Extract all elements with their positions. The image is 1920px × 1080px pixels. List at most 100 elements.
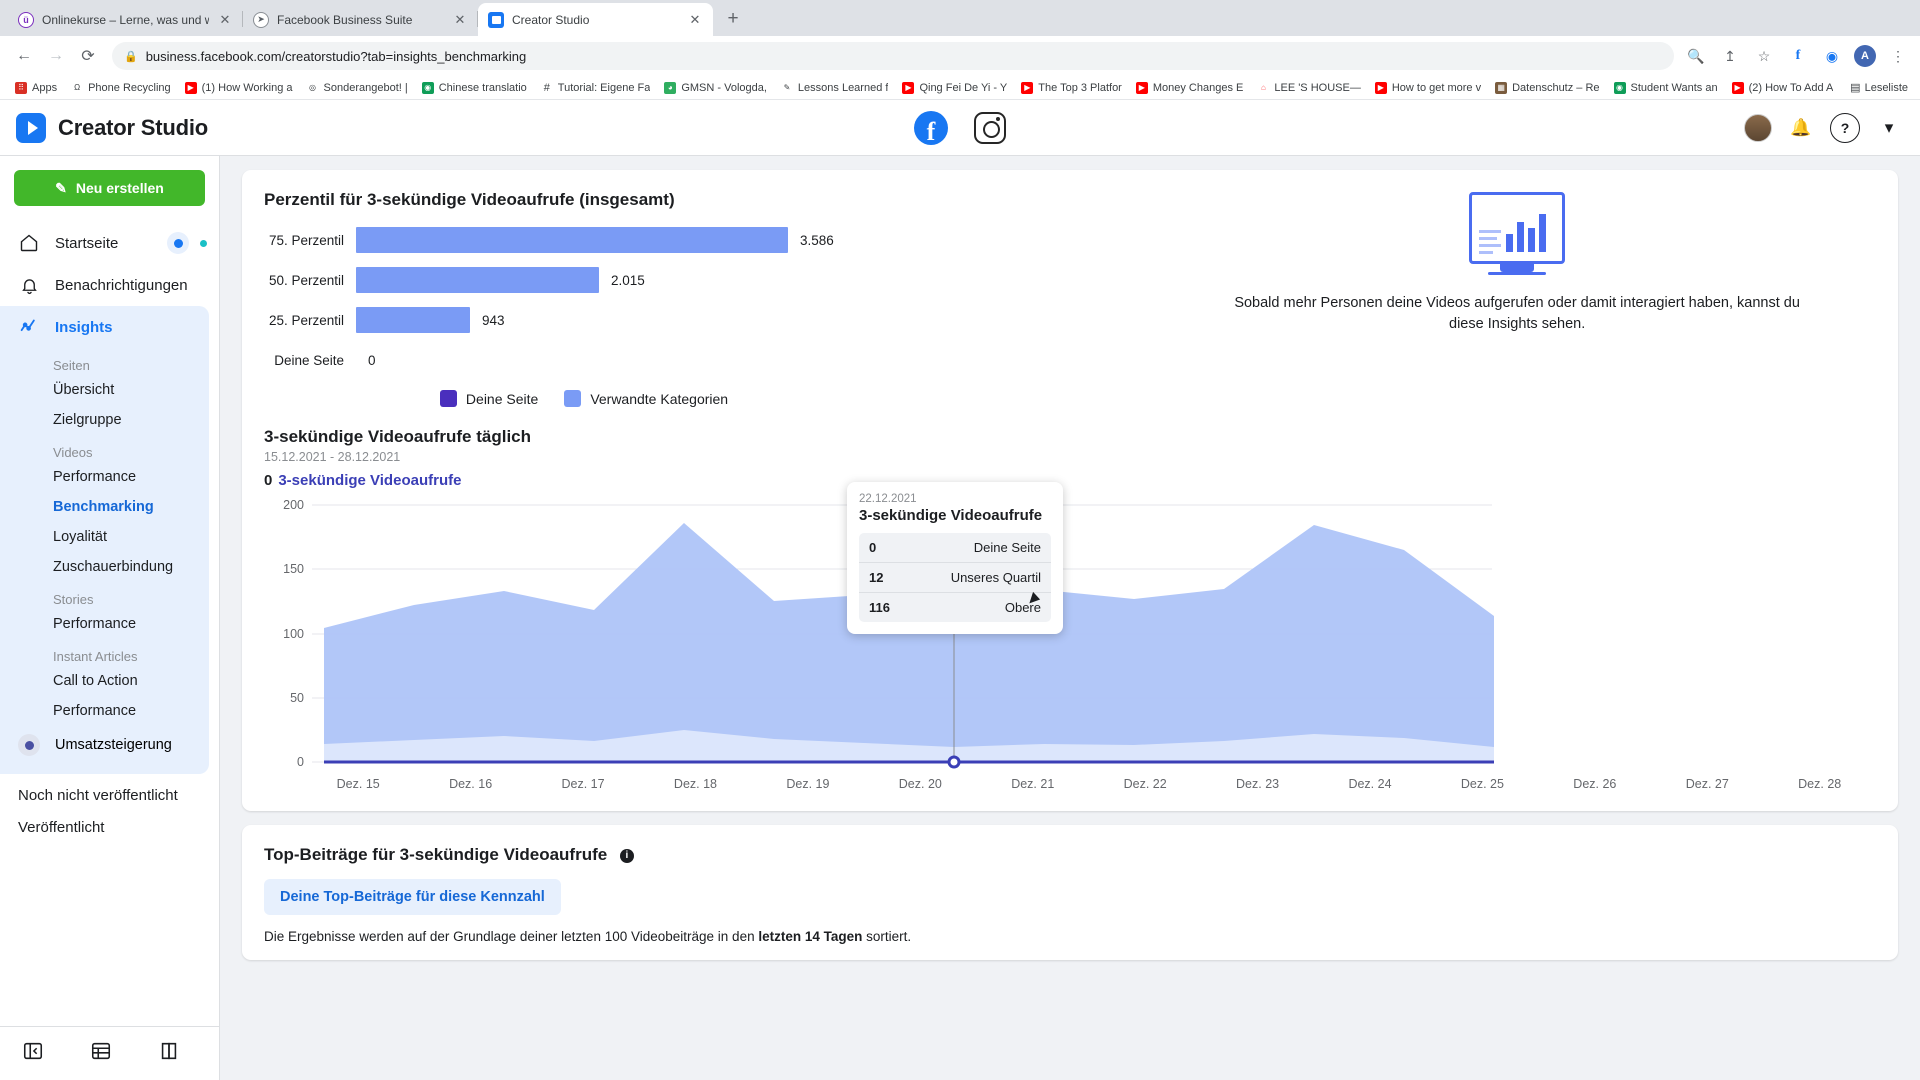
create-new-label: Neu erstellen xyxy=(75,180,164,196)
top-posts-button[interactable]: Deine Top-Beiträge für diese Kennzahl xyxy=(264,879,561,915)
sidebar-item-published[interactable]: Veröffentlicht xyxy=(0,806,219,838)
bookmark-item[interactable]: ◎ Sonderangebot! | xyxy=(300,78,415,98)
tooltip-table: 0 Deine Seite 12 Unseres Quartil 116 Obe… xyxy=(859,533,1051,622)
facebook-tab[interactable]: f xyxy=(914,110,948,145)
bookmark-label: (2) How To Add A xyxy=(1748,81,1834,94)
book-icon[interactable] xyxy=(158,1040,180,1067)
panel-toggle-icon[interactable] xyxy=(22,1040,44,1067)
pen-icon: ✎ xyxy=(780,81,793,94)
bookmark-label: Phone Recycling xyxy=(88,81,171,94)
bookmark-item[interactable]: ▦ Datenschutz – Re xyxy=(1488,78,1606,98)
bookmark-item[interactable]: ▶ (1) How Working a xyxy=(178,78,300,98)
browser-tab-1[interactable]: ü Onlinekurse – Lerne, was und w ✕ xyxy=(8,3,243,36)
legend-swatch xyxy=(564,390,582,407)
x-tick: Dez. 15 xyxy=(336,777,380,791)
airbnb-icon: ⌂ xyxy=(1257,81,1270,94)
bookmark-item[interactable]: ✎ Lessons Learned f xyxy=(774,78,896,98)
home-icon xyxy=(18,232,40,254)
bookmark-item[interactable]: # Tutorial: Eigene Fa xyxy=(534,78,658,98)
sidebar-item-videos-performance[interactable]: Performance xyxy=(0,462,209,492)
brand[interactable]: Creator Studio xyxy=(16,112,208,143)
percentile-value: 0 xyxy=(368,352,376,368)
bookmark-item[interactable]: ▶ Money Changes E xyxy=(1129,78,1251,98)
bookmark-item[interactable]: ◕ GMSN - Vologda, xyxy=(657,78,774,98)
top-posts-note: Die Ergebnisse werden auf der Grundlage … xyxy=(264,929,1876,944)
forward-icon[interactable]: → xyxy=(42,42,70,70)
daily-area-chart[interactable]: 200 150 100 50 0 Dez. 15 Dez. 16 Dez. 17… xyxy=(264,482,1876,795)
bookmark-item[interactable]: ⌂ LEE 'S HOUSE— xyxy=(1250,78,1367,98)
extension-icon[interactable]: ◉ xyxy=(1820,44,1844,68)
teal-dot-icon xyxy=(200,239,207,247)
bookmark-item[interactable]: ▶ How to get more v xyxy=(1368,78,1488,98)
reading-list-button[interactable]: ▤ Leseliste xyxy=(1850,81,1912,95)
sidebar-item-loyalitaet[interactable]: Loyalität xyxy=(0,522,209,552)
profile-avatar[interactable]: A xyxy=(1854,45,1876,67)
new-tab-button[interactable]: + xyxy=(719,5,747,33)
bookmark-label: Student Wants an xyxy=(1630,81,1718,94)
sidebar-item-stories-performance[interactable]: Performance xyxy=(0,609,209,639)
help-icon[interactable]: ? xyxy=(1830,112,1860,143)
bookmark-item[interactable]: ▶ Qing Fei De Yi - Y xyxy=(895,78,1014,98)
top-posts-card: Top-Beiträge für 3-sekündige Videoaufruf… xyxy=(242,825,1898,960)
sidebar-item-label: Benachrichtigungen xyxy=(55,276,188,294)
sidebar-group-title: Seiten xyxy=(53,358,90,373)
percentile-value: 3.586 xyxy=(800,232,834,248)
bookmark-item[interactable]: ◉ Student Wants an xyxy=(1607,78,1725,98)
legend-swatch xyxy=(439,390,457,407)
sidebar-insights-group: Insights Seiten Übersicht Zielgruppe Vid… xyxy=(0,306,209,774)
daily-metric-value: 0 xyxy=(264,472,273,489)
browser-tab-2[interactable]: ➤ Facebook Business Suite ✕ xyxy=(243,3,478,36)
sidebar-item-zuschauerbindung[interactable]: Zuschauerbindung xyxy=(0,552,209,582)
bookmark-apps[interactable]: ⠿ Apps xyxy=(8,78,64,98)
address-bar[interactable]: 🔒 business.facebook.com/creatorstudio?ta… xyxy=(112,42,1674,70)
facebook-ext-icon[interactable]: f xyxy=(1786,44,1810,68)
sidebar-item-ia-performance[interactable]: Performance xyxy=(0,696,209,726)
tab-title: Onlinekurse – Lerne, was und w xyxy=(42,12,209,27)
sidebar-item-zielgruppe[interactable]: Zielgruppe xyxy=(0,405,209,435)
instagram-tab[interactable] xyxy=(974,111,1006,144)
bell-icon[interactable]: 🔔 xyxy=(1786,113,1816,143)
avatar[interactable] xyxy=(1744,113,1772,142)
share-icon[interactable]: ↥ xyxy=(1718,44,1742,68)
tooltip-value: 0 xyxy=(869,540,877,555)
reload-icon[interactable]: ⟳ xyxy=(74,42,102,70)
percentile-value: 943 xyxy=(482,312,505,328)
app-title: Creator Studio xyxy=(58,114,208,140)
creator-studio-logo xyxy=(16,112,46,143)
star-icon[interactable]: ☆ xyxy=(1752,44,1776,68)
menu-icon[interactable]: ⋮ xyxy=(1886,44,1910,68)
sidebar-item-benchmarking[interactable]: Benchmarking xyxy=(0,492,209,522)
info-icon[interactable]: i xyxy=(619,848,634,863)
sidebar-item-unpublished[interactable]: Noch nicht veröffentlicht xyxy=(0,774,219,806)
sidebar-item-insights[interactable]: Insights xyxy=(0,306,209,348)
bookmark-item[interactable]: ◉ Chinese translatio xyxy=(415,78,534,98)
bookmark-item[interactable]: ▶ The Top 3 Platfor xyxy=(1014,78,1129,98)
x-tick: Dez. 28 xyxy=(1798,777,1842,791)
close-icon[interactable]: ✕ xyxy=(217,13,233,26)
youtube-icon: ▶ xyxy=(1021,81,1034,94)
sidebar-item-uebersicht[interactable]: Übersicht xyxy=(0,375,209,405)
browser-tab-3[interactable]: Creator Studio ✕ xyxy=(478,3,713,36)
chevron-down-icon[interactable]: ▾ xyxy=(1874,113,1904,143)
close-icon[interactable]: ✕ xyxy=(452,13,468,26)
bookmark-label: Tutorial: Eigene Fa xyxy=(557,81,651,94)
bookmark-item[interactable]: ▶ (2) How To Add A xyxy=(1725,78,1841,98)
back-icon[interactable]: ← xyxy=(10,42,38,70)
sidebar-item-benachrichtigungen[interactable]: Benachrichtigungen xyxy=(0,264,219,306)
green-circle-icon: ◉ xyxy=(421,81,434,94)
sidebar-item-startseite[interactable]: Startseite xyxy=(0,222,219,264)
daily-chart-title: 3-sekündige Videoaufrufe täglich xyxy=(264,427,532,446)
grid-icon[interactable] xyxy=(90,1040,112,1067)
x-tick: Dez. 25 xyxy=(1460,777,1504,791)
sidebar-item-umsatzsteigerung[interactable]: Umsatzsteigerung xyxy=(0,726,209,764)
compass-icon: ➤ xyxy=(253,11,269,28)
daily-metric-name: 3-sekündige Videoaufrufe xyxy=(278,472,462,489)
close-icon[interactable]: ✕ xyxy=(687,13,703,26)
empty-state-text: Sobald mehr Personen deine Videos aufger… xyxy=(1234,295,1800,333)
bookmark-item[interactable]: Ω Phone Recycling xyxy=(64,78,178,98)
sidebar-item-call-to-action[interactable]: Call to Action xyxy=(0,666,209,696)
bookmark-label: How to get more v xyxy=(1391,81,1482,94)
tooltip-row: 12 Unseres Quartil xyxy=(859,562,1051,592)
zoom-icon[interactable]: 🔍 xyxy=(1684,44,1708,68)
create-new-button[interactable]: ✎ Neu erstellen xyxy=(14,170,205,206)
